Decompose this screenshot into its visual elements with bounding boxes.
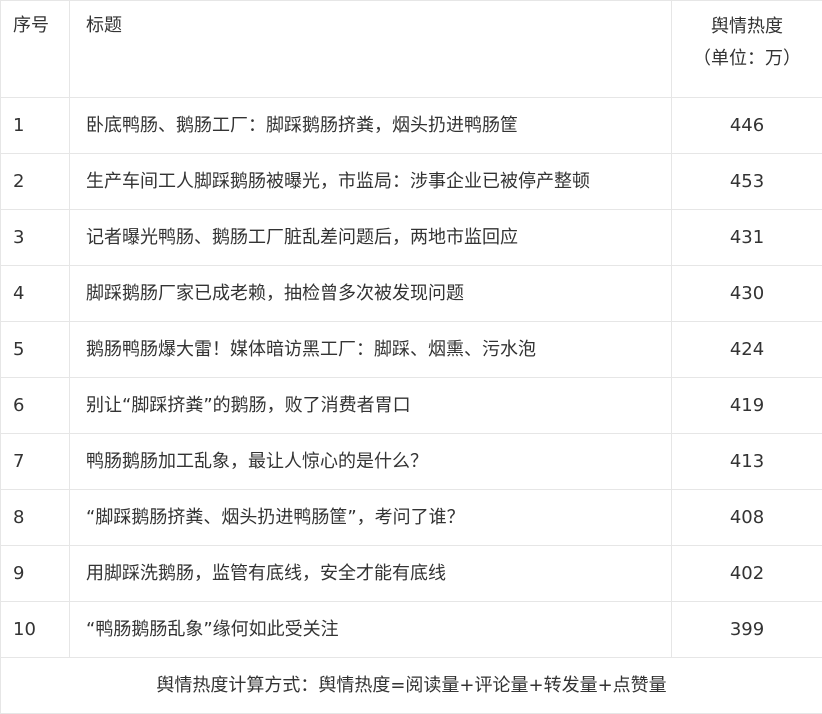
row-heat: 424 xyxy=(672,322,822,378)
header-heat-unit: （单位：万） xyxy=(672,43,822,75)
row-heat: 446 xyxy=(672,98,822,154)
footer-note: 舆情热度计算方式：舆情热度=阅读量+评论量+转发量+点赞量 xyxy=(1,658,822,714)
table-row: 3 记者曝光鸭肠、鹅肠工厂脏乱差问题后，两地市监回应 431 xyxy=(1,210,822,266)
row-index: 10 xyxy=(1,602,70,658)
row-title: “鸭肠鹅肠乱象”缘何如此受关注 xyxy=(70,602,672,658)
table-row: 8 “脚踩鹅肠挤粪、烟头扔进鸭肠筐”，考问了谁？ 408 xyxy=(1,490,822,546)
header-heat-label: 舆情热度 xyxy=(672,11,822,43)
row-title: 脚踩鹅肠厂家已成老赖，抽检曾多次被发现问题 xyxy=(70,266,672,322)
table-footer-row: 舆情热度计算方式：舆情热度=阅读量+评论量+转发量+点赞量 xyxy=(1,658,822,714)
row-index: 5 xyxy=(1,322,70,378)
row-heat: 453 xyxy=(672,154,822,210)
row-title: 别让“脚踩挤粪”的鹅肠，败了消费者胃口 xyxy=(70,378,672,434)
row-title: 记者曝光鸭肠、鹅肠工厂脏乱差问题后，两地市监回应 xyxy=(70,210,672,266)
row-title: 鹅肠鸭肠爆大雷！媒体暗访黑工厂：脚踩、烟熏、污水泡 xyxy=(70,322,672,378)
row-title: 生产车间工人脚踩鹅肠被曝光，市监局：涉事企业已被停产整顿 xyxy=(70,154,672,210)
table-row: 9 用脚踩洗鹅肠，监管有底线，安全才能有底线 402 xyxy=(1,546,822,602)
row-title: 卧底鸭肠、鹅肠工厂：脚踩鹅肠挤粪，烟头扔进鸭肠筐 xyxy=(70,98,672,154)
row-index: 1 xyxy=(1,98,70,154)
row-heat: 419 xyxy=(672,378,822,434)
row-index: 6 xyxy=(1,378,70,434)
row-heat: 399 xyxy=(672,602,822,658)
row-index: 4 xyxy=(1,266,70,322)
row-index: 7 xyxy=(1,434,70,490)
hot-topics-table: 序号 标题 舆情热度 （单位：万） 1 卧底鸭肠、鹅肠工厂：脚踩鹅肠挤粪，烟头扔… xyxy=(0,0,822,714)
table-header-row: 序号 标题 舆情热度 （单位：万） xyxy=(1,1,822,98)
table-row: 10 “鸭肠鹅肠乱象”缘何如此受关注 399 xyxy=(1,602,822,658)
table-row: 6 别让“脚踩挤粪”的鹅肠，败了消费者胃口 419 xyxy=(1,378,822,434)
row-index: 3 xyxy=(1,210,70,266)
table-row: 7 鸭肠鹅肠加工乱象，最让人惊心的是什么？ 413 xyxy=(1,434,822,490)
row-heat: 402 xyxy=(672,546,822,602)
table-row: 4 脚踩鹅肠厂家已成老赖，抽检曾多次被发现问题 430 xyxy=(1,266,822,322)
row-heat: 413 xyxy=(672,434,822,490)
row-title: 用脚踩洗鹅肠，监管有底线，安全才能有底线 xyxy=(70,546,672,602)
row-title: 鸭肠鹅肠加工乱象，最让人惊心的是什么？ xyxy=(70,434,672,490)
row-heat: 430 xyxy=(672,266,822,322)
header-title: 标题 xyxy=(70,1,672,98)
row-title: “脚踩鹅肠挤粪、烟头扔进鸭肠筐”，考问了谁？ xyxy=(70,490,672,546)
table-row: 2 生产车间工人脚踩鹅肠被曝光，市监局：涉事企业已被停产整顿 453 xyxy=(1,154,822,210)
row-index: 2 xyxy=(1,154,70,210)
row-heat: 431 xyxy=(672,210,822,266)
table-row: 1 卧底鸭肠、鹅肠工厂：脚踩鹅肠挤粪，烟头扔进鸭肠筐 446 xyxy=(1,98,822,154)
header-heat: 舆情热度 （单位：万） xyxy=(672,1,822,98)
row-index: 8 xyxy=(1,490,70,546)
header-index: 序号 xyxy=(1,1,70,98)
row-index: 9 xyxy=(1,546,70,602)
row-heat: 408 xyxy=(672,490,822,546)
table-row: 5 鹅肠鸭肠爆大雷！媒体暗访黑工厂：脚踩、烟熏、污水泡 424 xyxy=(1,322,822,378)
